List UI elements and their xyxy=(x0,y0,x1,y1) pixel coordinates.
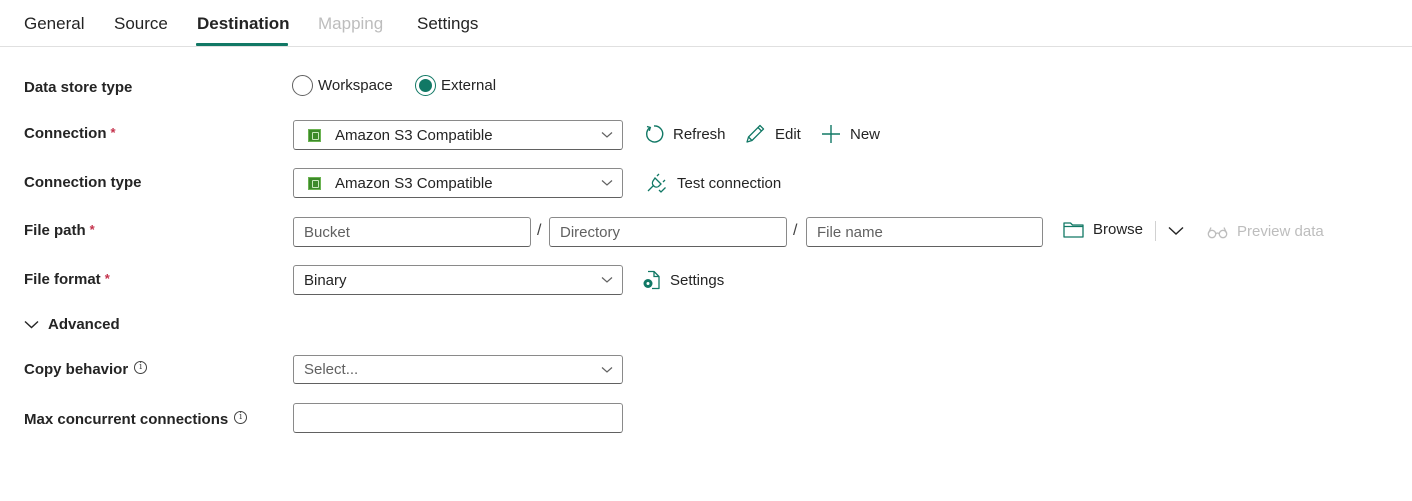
browse-options-button[interactable] xyxy=(1168,223,1184,240)
tab-settings[interactable]: Settings xyxy=(417,14,478,34)
copy-behavior-label: Copy behavior i xyxy=(24,361,148,378)
chevron-down-icon xyxy=(1168,223,1184,240)
new-label: New xyxy=(850,125,881,143)
radio-workspace[interactable]: Workspace xyxy=(292,75,393,96)
refresh-label: Refresh xyxy=(673,125,726,143)
radio-workspace-label: Workspace xyxy=(318,77,393,94)
edit-label: Edit xyxy=(775,125,801,143)
radio-checked-icon[interactable] xyxy=(415,75,436,96)
copy-behavior-dropdown[interactable]: Select... xyxy=(293,355,623,384)
document-settings-icon xyxy=(642,270,661,290)
chevron-down-icon xyxy=(592,366,622,374)
connection-type-value: Amazon S3 Compatible xyxy=(335,174,493,192)
preview-data-button: Preview data xyxy=(1207,223,1324,240)
tab-mapping: Mapping xyxy=(318,14,384,33)
connection-type-label: Connection type xyxy=(24,174,142,191)
preview-data-label: Preview data xyxy=(1237,223,1324,240)
file-format-label-text: File format xyxy=(24,271,101,288)
advanced-toggle[interactable]: Advanced xyxy=(24,316,120,333)
test-connection-button[interactable]: Test connection xyxy=(646,172,781,194)
pencil-icon xyxy=(744,124,766,144)
file-path-label: File path * xyxy=(24,222,95,239)
plug-connected-icon xyxy=(646,172,668,194)
radio-unchecked-icon[interactable] xyxy=(292,75,313,96)
radio-external[interactable]: External xyxy=(415,75,496,96)
bucket-input[interactable] xyxy=(304,223,530,241)
max-concurrent-connections-field[interactable] xyxy=(293,403,623,433)
directory-input[interactable] xyxy=(560,223,786,241)
copy-behavior-label-text: Copy behavior xyxy=(24,361,129,378)
connection-value: Amazon S3 Compatible xyxy=(335,126,493,144)
required-asterisk: * xyxy=(89,222,95,237)
new-button[interactable]: New xyxy=(821,124,880,144)
advanced-label: Advanced xyxy=(48,316,120,333)
plus-icon xyxy=(821,124,841,144)
connection-type-dropdown[interactable]: Amazon S3 Compatible xyxy=(293,168,623,198)
file-name-input[interactable] xyxy=(817,223,1042,241)
chevron-down-icon xyxy=(592,276,622,284)
chevron-down-icon xyxy=(24,320,39,329)
path-separator: / xyxy=(537,222,542,239)
radio-external-label: External xyxy=(441,77,497,94)
directory-field[interactable] xyxy=(549,217,787,247)
copy-behavior-placeholder: Select... xyxy=(304,361,359,378)
connection-type-label-text: Connection type xyxy=(24,174,142,191)
amazon-s3-icon xyxy=(308,176,321,190)
tab-source[interactable]: Source xyxy=(114,14,168,34)
file-format-label: File format * xyxy=(24,271,110,288)
active-tab-indicator xyxy=(196,43,288,46)
folder-icon xyxy=(1063,221,1084,238)
chevron-down-icon xyxy=(592,131,622,139)
test-connection-label: Test connection xyxy=(677,174,782,192)
tab-bar: General Source Destination Mapping Setti… xyxy=(0,0,1412,47)
file-format-dropdown[interactable]: Binary xyxy=(293,265,623,295)
required-asterisk: * xyxy=(110,125,116,140)
settings-label: Settings xyxy=(670,271,725,289)
divider xyxy=(1155,221,1156,241)
data-store-type-label-text: Data store type xyxy=(24,79,133,96)
file-path-label-text: File path xyxy=(24,222,86,239)
connection-label-text: Connection xyxy=(24,125,107,142)
amazon-s3-icon xyxy=(308,128,321,142)
file-format-value: Binary xyxy=(304,271,347,289)
info-icon[interactable]: i xyxy=(134,361,148,374)
data-store-type-label: Data store type xyxy=(24,79,132,96)
browse-label: Browse xyxy=(1093,221,1144,238)
file-format-settings-button[interactable]: Settings xyxy=(642,270,724,290)
refresh-button[interactable]: Refresh xyxy=(644,124,726,144)
edit-button[interactable]: Edit xyxy=(744,124,801,144)
tab-general[interactable]: General xyxy=(24,14,84,34)
required-asterisk: * xyxy=(104,271,110,286)
chevron-down-icon xyxy=(592,179,622,187)
info-icon[interactable]: i xyxy=(234,411,248,424)
file-name-field[interactable] xyxy=(806,217,1043,247)
browse-button[interactable]: Browse xyxy=(1063,221,1143,238)
max-concurrent-connections-input[interactable] xyxy=(304,409,622,427)
glasses-icon xyxy=(1207,225,1228,239)
max-concurrent-connections-label: Max concurrent connections i xyxy=(24,411,248,428)
refresh-icon xyxy=(644,124,664,144)
connection-dropdown[interactable]: Amazon S3 Compatible xyxy=(293,120,623,150)
connection-label: Connection * xyxy=(24,125,116,142)
tab-destination[interactable]: Destination xyxy=(197,14,290,34)
max-concurrent-connections-label-text: Max concurrent connections xyxy=(24,411,229,428)
path-separator: / xyxy=(793,222,798,239)
bucket-field[interactable] xyxy=(293,217,531,247)
